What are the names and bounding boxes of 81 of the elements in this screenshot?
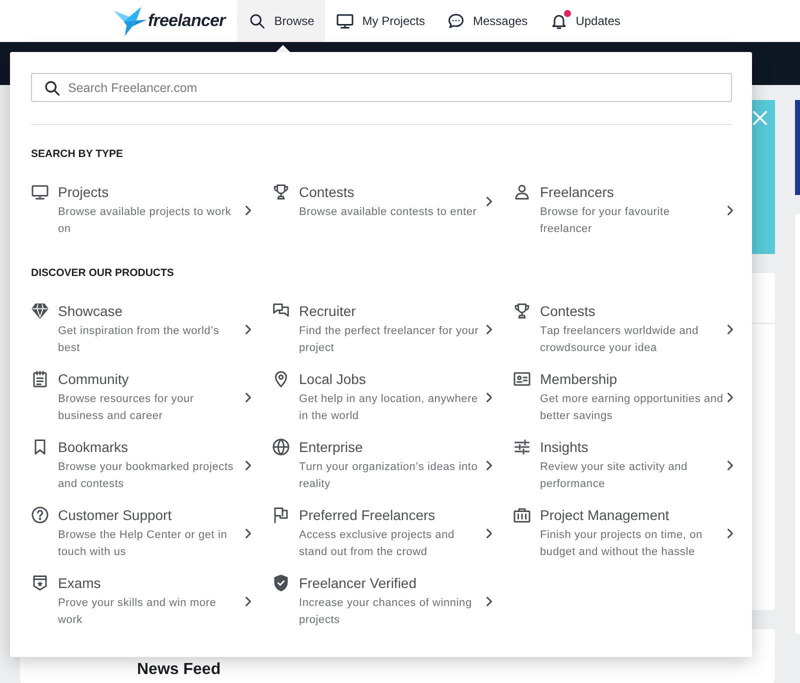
map-pin-icon xyxy=(272,370,290,388)
person-icon xyxy=(513,183,531,201)
menu-item-description: Get more earning opportunities and better savings xyxy=(540,392,724,424)
bell-icon xyxy=(550,12,568,30)
nav-tab[interactable]: Updates xyxy=(538,0,632,42)
help-icon xyxy=(31,506,49,524)
chevron-right-icon[interactable] xyxy=(486,324,494,334)
menu-item-description: Browse available contests to enter xyxy=(299,205,477,220)
section-heading: DISCOVER OUR PRODUCTS xyxy=(31,266,175,280)
menu-item-description: Increase your chances of winning projects xyxy=(299,596,473,628)
menu-item-link[interactable]: Enterprise xyxy=(299,437,363,457)
chevron-right-icon[interactable] xyxy=(727,528,734,538)
menu-item-link[interactable]: Bookmarks xyxy=(58,437,128,457)
sliders-icon xyxy=(513,438,531,456)
chevron-right-icon[interactable] xyxy=(245,528,252,538)
menu-item-link[interactable]: Customer Support xyxy=(58,505,172,525)
trophy-icon xyxy=(513,302,531,320)
chevron-right-icon[interactable] xyxy=(245,204,252,216)
bird-logo-icon xyxy=(113,6,148,36)
menu-item-description: Prove your skills and win more work xyxy=(58,596,218,628)
menu-item-link[interactable]: Showcase xyxy=(58,301,123,321)
menu-item-link[interactable]: Freelancers xyxy=(540,182,614,202)
menu-item-link[interactable]: Community xyxy=(58,369,129,389)
toolbox-icon xyxy=(513,506,531,524)
chat-bubble-icon xyxy=(446,12,465,30)
menu-item-description: Browse the Help Center or get in touch with us xyxy=(58,528,228,560)
menu-item-link[interactable]: Local Jobs xyxy=(299,369,366,389)
menu-item-description: Get inspiration from the world’s best xyxy=(58,324,220,356)
chevron-right-icon[interactable] xyxy=(245,324,252,334)
flag-icon xyxy=(272,506,290,524)
nav-tab[interactable]: Messages xyxy=(436,0,539,42)
chevron-right-icon[interactable] xyxy=(245,392,252,402)
chevron-right-icon[interactable] xyxy=(727,324,734,334)
menu-item-link[interactable]: Membership xyxy=(540,369,618,389)
menu-item-link[interactable]: Freelancer Verified xyxy=(299,573,417,593)
logo-link[interactable]: freelancer xyxy=(113,0,226,42)
section-heading: SEARCH BY TYPE xyxy=(31,147,124,161)
chevron-right-icon[interactable] xyxy=(486,528,494,538)
chevron-right-icon[interactable] xyxy=(727,204,734,216)
menu-item-description: Review your site activity and performance xyxy=(540,460,688,492)
menu-item-description: Browse your bookmarked projects and contests xyxy=(58,460,235,492)
menu-item-description: Browse available projects to work on xyxy=(58,205,232,237)
monitor-icon xyxy=(336,12,354,30)
chevron-right-icon[interactable] xyxy=(486,596,494,606)
shield-check-icon xyxy=(272,574,290,592)
id-card-icon xyxy=(513,370,531,388)
search-field[interactable]: Search Freelancer.com xyxy=(31,73,732,102)
menu-item-link[interactable]: Preferred Freelancers xyxy=(299,505,436,525)
menu-item-description: Browse for your favourite freelancer xyxy=(540,205,671,237)
monitor-icon xyxy=(31,183,49,201)
menu-item-description: Turn your organization’s ideas into reality xyxy=(299,460,479,492)
chevron-right-icon[interactable] xyxy=(245,460,252,470)
menu-item-link[interactable]: Recruiter xyxy=(299,301,356,321)
chevron-right-icon[interactable] xyxy=(727,392,734,402)
search-icon xyxy=(43,78,61,96)
globe-icon xyxy=(272,438,290,456)
nav-tab[interactable]: My Projects xyxy=(325,0,436,42)
menu-item-description: Finish your projects on time, on budget and without the hassle xyxy=(540,528,704,560)
menu-item-link[interactable]: Contests xyxy=(540,301,596,321)
chevron-right-icon[interactable] xyxy=(486,392,494,402)
diamond-icon xyxy=(31,302,49,320)
menu-item-link[interactable]: Projects xyxy=(58,182,109,202)
menu-item-link[interactable]: Contests xyxy=(299,182,354,202)
notepad-icon xyxy=(31,370,49,388)
trophy-icon xyxy=(272,183,290,201)
chevron-right-icon[interactable] xyxy=(486,460,494,470)
menu-item-description: Get help in any location, anywhere in the world xyxy=(299,392,479,424)
menu-item-description: Access exclusive projects and stand out from the crowd xyxy=(299,528,456,560)
card-heading: News Feed xyxy=(137,661,221,679)
chevron-right-icon[interactable] xyxy=(245,596,252,606)
menu-item-link[interactable]: Insights xyxy=(540,437,588,457)
chevron-right-icon[interactable] xyxy=(486,196,494,207)
nav-tab[interactable]: Browse xyxy=(237,0,326,42)
chevron-right-icon[interactable] xyxy=(727,460,734,470)
menu-item-description: Browse resources for your business and career xyxy=(58,392,195,424)
menu-item-description: Find the perfect freelancer for your project xyxy=(299,324,480,356)
star-badge-icon xyxy=(31,574,49,592)
search-icon xyxy=(248,12,266,30)
menu-item-link[interactable]: Project Management xyxy=(540,505,670,525)
menu-item-description: Tap freelancers worldwide and crowdsource your idea xyxy=(540,324,700,356)
menu-item-link[interactable]: Exams xyxy=(58,573,101,593)
